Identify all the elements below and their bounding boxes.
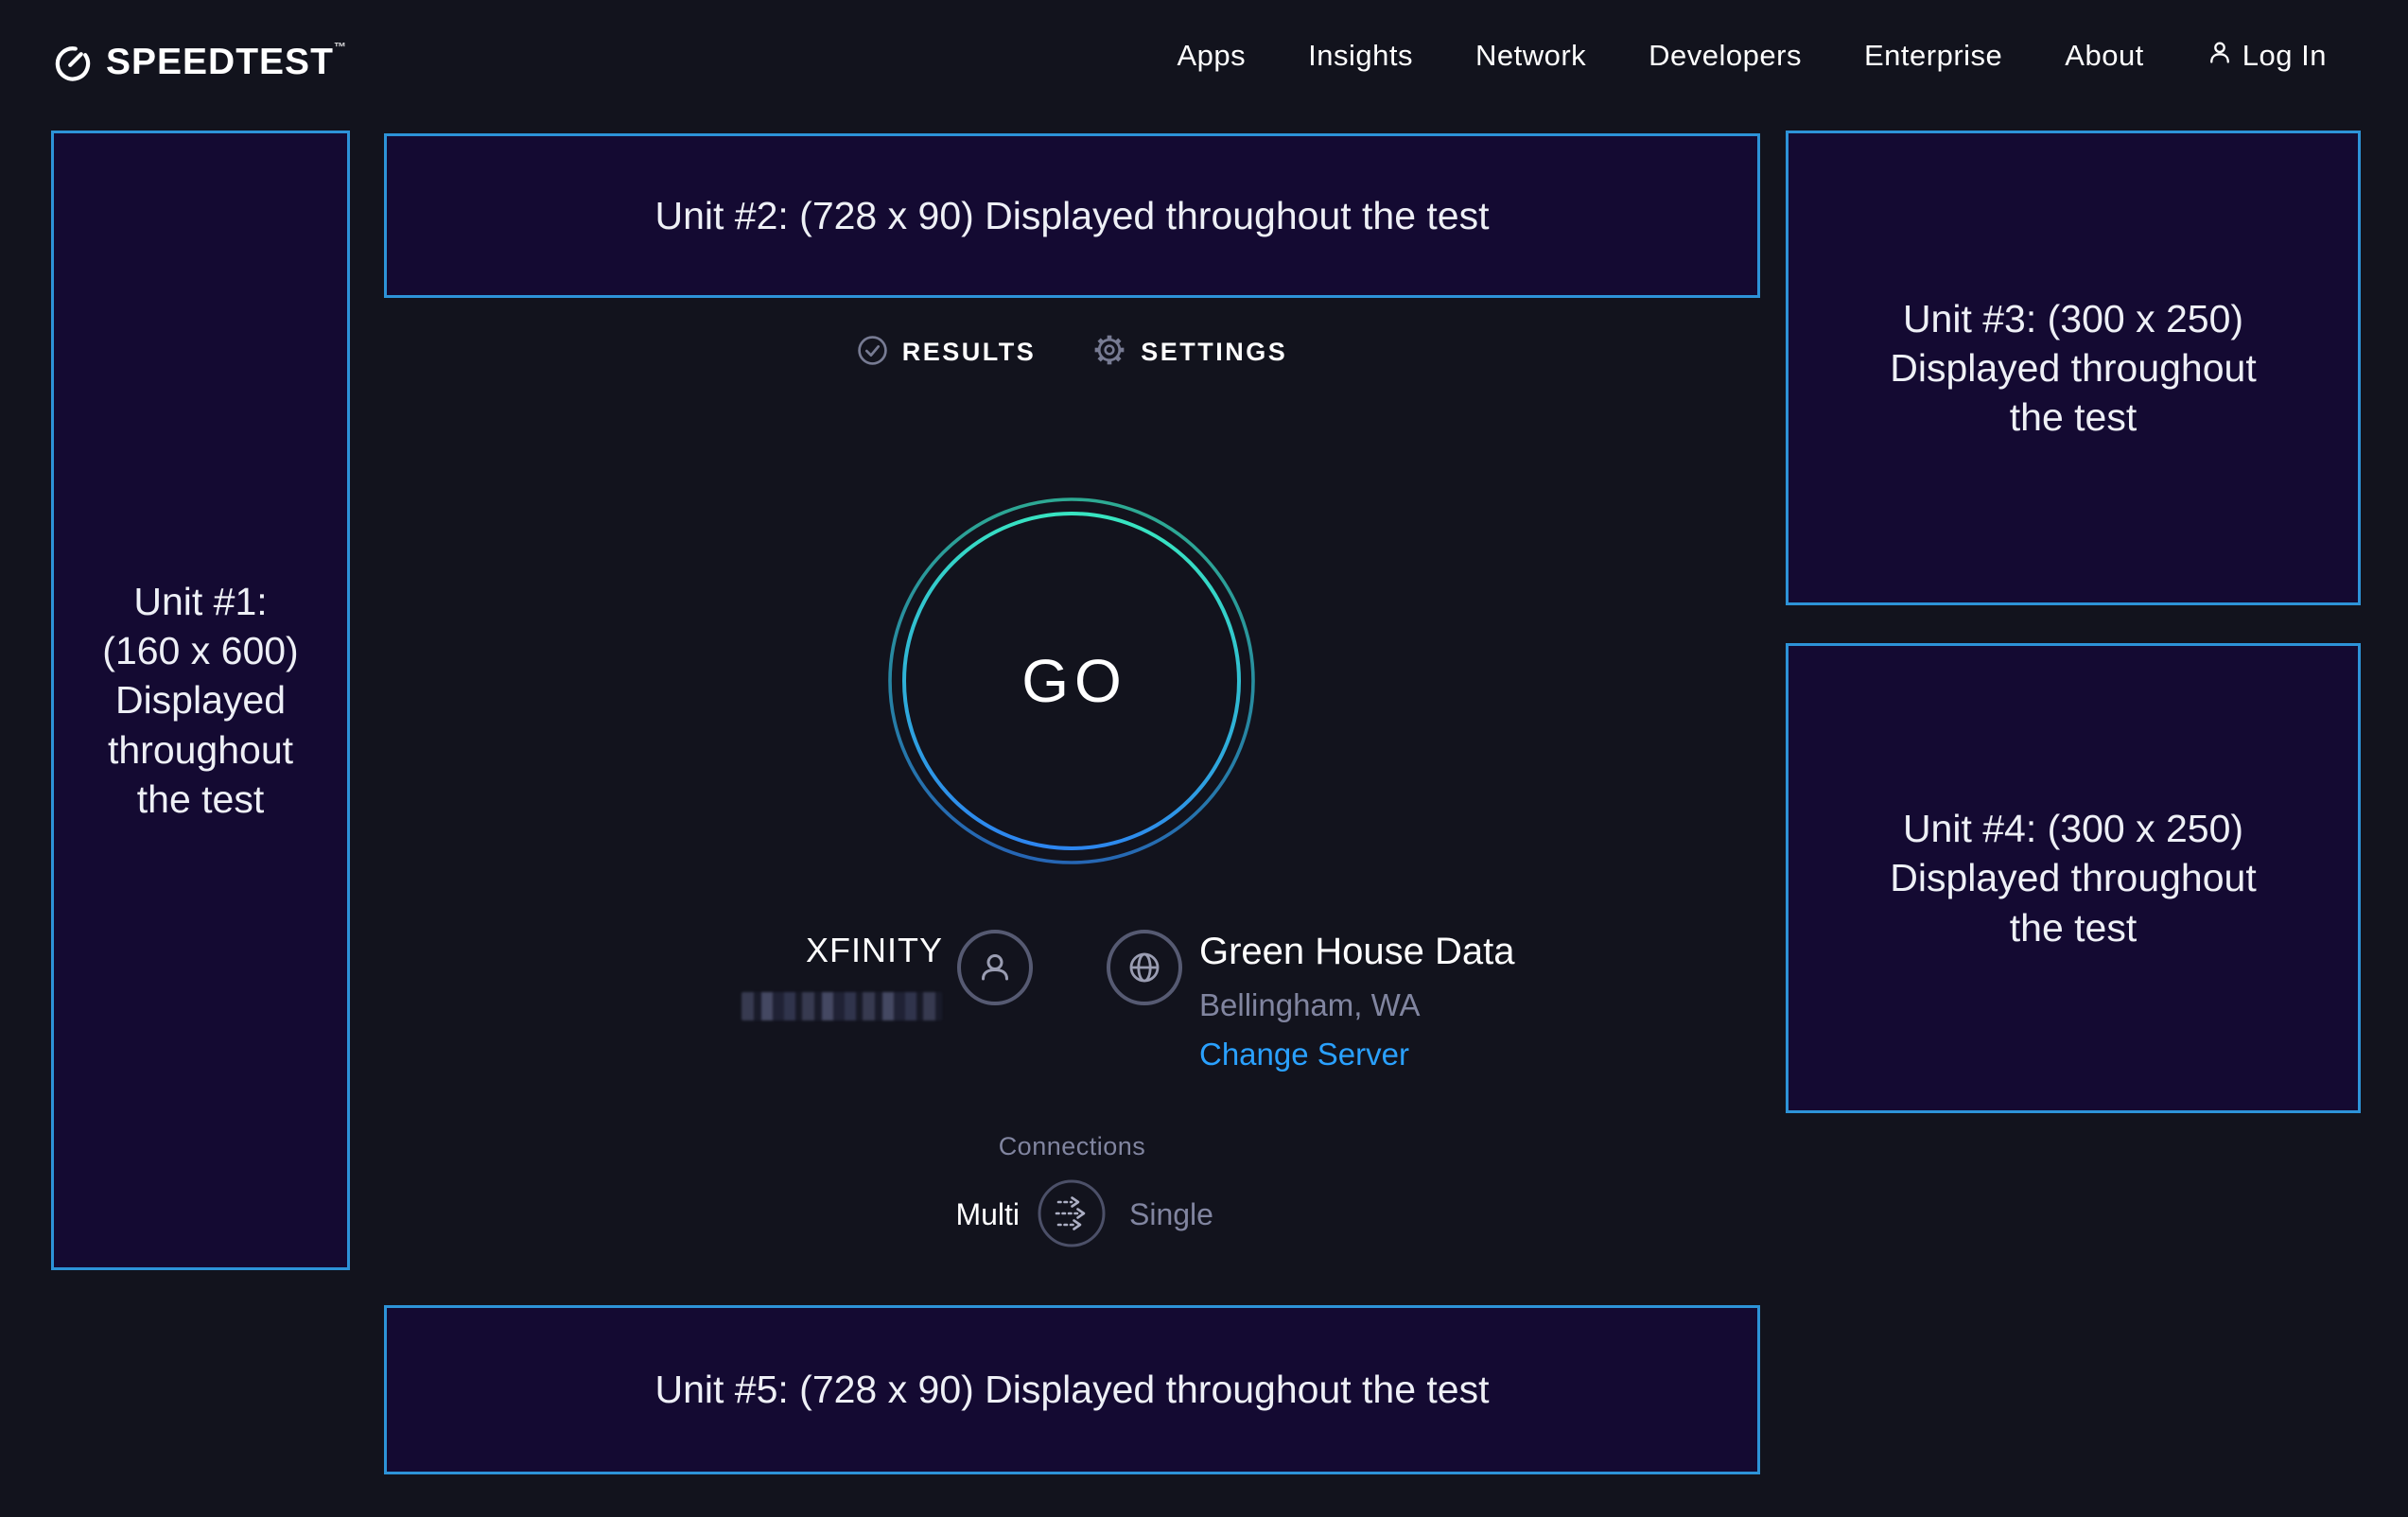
tab-settings[interactable]: SETTINGS <box>1092 333 1287 372</box>
ad-unit-5-leaderboard[interactable]: Unit #5: (728 x 90) Displayed throughout… <box>384 1305 1760 1474</box>
person-icon <box>2207 39 2233 73</box>
globe-icon <box>1107 930 1182 1005</box>
nav-item-network[interactable]: Network <box>1475 39 1586 73</box>
nav-item-apps[interactable]: Apps <box>1177 39 1246 73</box>
speedtest-page: SPEEDTEST™ Apps Insights Network Develop… <box>0 0 2408 1517</box>
ad-unit-1-skyscraper[interactable]: Unit #1: (160 x 600) Displayed throughou… <box>51 131 350 1270</box>
connections-toggle-icon[interactable] <box>1037 1178 1107 1248</box>
speedtest-logo[interactable]: SPEEDTEST™ <box>53 42 347 83</box>
login-button[interactable]: Log In <box>2207 39 2327 73</box>
speedometer-icon <box>53 43 93 82</box>
go-button-label: GO <box>886 496 1257 866</box>
ad-unit-5-text: Unit #5: (728 x 90) Displayed throughout… <box>654 1365 1489 1414</box>
ad-unit-1-text: Unit #1: (160 x 600) Displayed throughou… <box>102 577 298 823</box>
ad-unit-4-text: Unit #4: (300 x 250) Displayed throughou… <box>1890 804 2256 951</box>
connections-single-option[interactable]: Single <box>1129 1197 1318 1232</box>
nav-item-insights[interactable]: Insights <box>1308 39 1413 73</box>
connections-label: Connections <box>384 1132 1760 1161</box>
top-nav-bar: SPEEDTEST™ Apps Insights Network Develop… <box>0 0 2408 112</box>
server-name: Green House Data <box>1199 931 1515 973</box>
nav-item-about[interactable]: About <box>2065 39 2144 73</box>
brand-name: SPEEDTEST™ <box>106 42 347 83</box>
ad-unit-3-rectangle[interactable]: Unit #3: (300 x 250) Displayed throughou… <box>1786 131 2361 605</box>
ad-unit-2-leaderboard[interactable]: Unit #2: (728 x 90) Displayed throughout… <box>384 133 1760 298</box>
check-circle-icon <box>857 335 888 371</box>
go-button[interactable]: GO <box>886 496 1257 866</box>
login-label: Log In <box>2242 39 2327 73</box>
gear-icon <box>1092 333 1126 372</box>
ad-unit-2-text: Unit #2: (728 x 90) Displayed throughout… <box>654 191 1489 240</box>
connections-multi-option[interactable]: Multi <box>830 1197 1020 1232</box>
tab-results-label: RESULTS <box>902 338 1037 367</box>
main-nav: Apps Insights Network Developers Enterpr… <box>1177 0 2327 112</box>
isp-detail-redacted <box>742 992 942 1020</box>
tabs-row: RESULTS <box>384 333 1760 372</box>
change-server-link[interactable]: Change Server <box>1199 1037 1409 1072</box>
ad-unit-3-text: Unit #3: (300 x 250) Displayed throughou… <box>1890 294 2256 442</box>
nav-item-enterprise[interactable]: Enterprise <box>1864 39 2002 73</box>
isp-person-icon <box>957 930 1033 1005</box>
isp-name: XFINITY <box>605 931 943 970</box>
tab-settings-label: SETTINGS <box>1141 338 1287 367</box>
tab-results[interactable]: RESULTS <box>857 333 1037 372</box>
trademark-mark: ™ <box>334 40 347 54</box>
ad-unit-4-rectangle[interactable]: Unit #4: (300 x 250) Displayed throughou… <box>1786 643 2361 1113</box>
server-location: Bellingham, WA <box>1199 987 1421 1023</box>
nav-item-developers[interactable]: Developers <box>1649 39 1802 73</box>
